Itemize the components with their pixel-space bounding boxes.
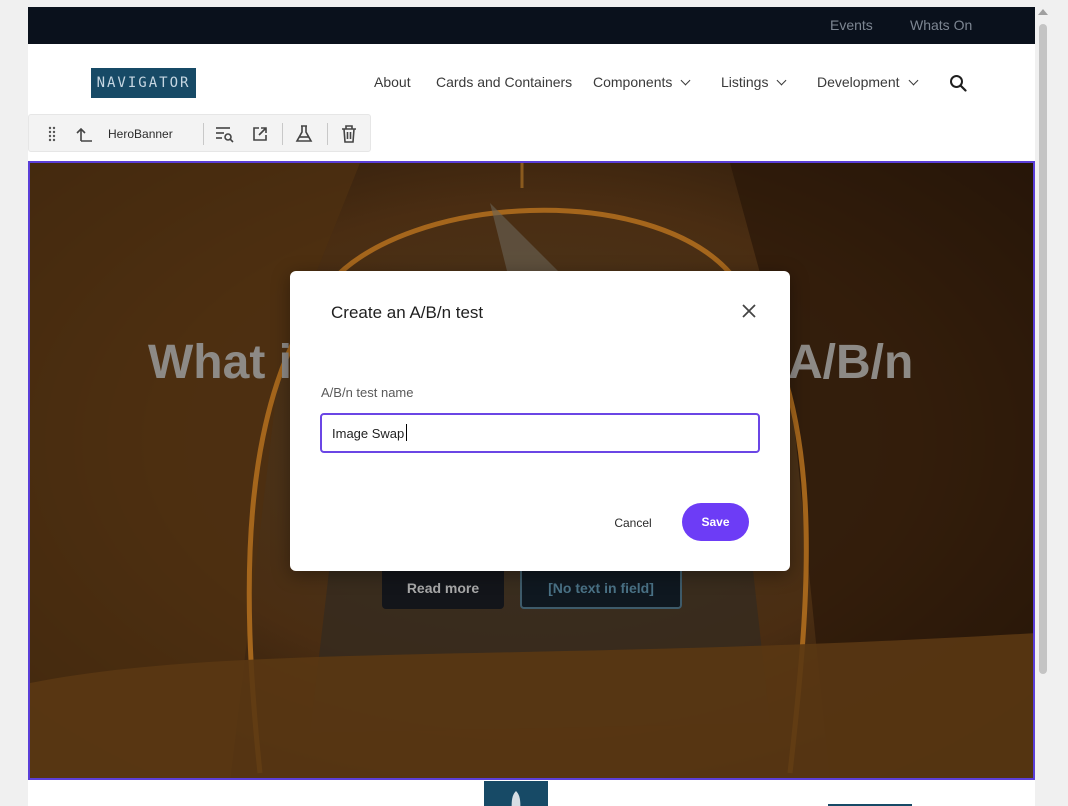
close-icon[interactable]	[739, 301, 759, 321]
text-caret	[406, 424, 407, 441]
save-button[interactable]: Save	[682, 503, 749, 541]
cancel-button[interactable]: Cancel	[606, 513, 660, 533]
create-ab-test-dialog: Create an A/B/n test A/B/n test name Can…	[290, 271, 790, 571]
dialog-title: Create an A/B/n test	[331, 303, 484, 322]
modal-overlay: Create an A/B/n test A/B/n test name Can…	[0, 0, 1068, 806]
test-name-label: A/B/n test name	[321, 385, 414, 400]
test-name-input[interactable]	[320, 413, 760, 453]
